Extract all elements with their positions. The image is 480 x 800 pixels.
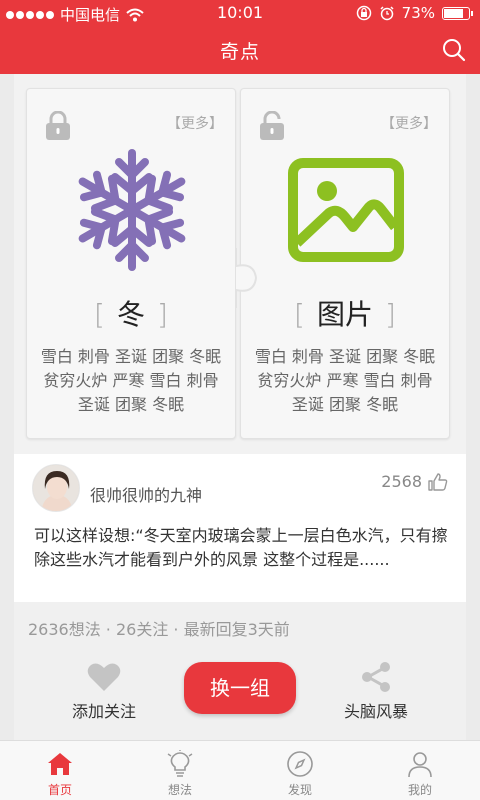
lock-open-icon — [260, 111, 284, 140]
puzzle-connector — [235, 248, 258, 308]
search-icon[interactable] — [442, 38, 466, 62]
page-title: 奇点 — [219, 41, 260, 63]
rotation-lock-icon — [356, 5, 371, 21]
snowflake-icon — [78, 149, 186, 271]
post-text: 可以这样设想:“冬天室内玻璃会蒙上一层白色水汽，只有擦除这些水汽才能看到户外的风… — [34, 526, 448, 569]
compass-icon — [287, 751, 313, 777]
status-bar: 中国电信 10:01 73% — [0, 0, 480, 26]
topic-card-winter[interactable]: 【更多】 [ 冬] 雪白 刺骨 圣诞 团聚 冬眠 贫穷火炉 严寒 雪白 刺骨 圣诞… — [26, 88, 236, 439]
tab-ideas[interactable]: 想法 — [120, 741, 240, 800]
battery-icon — [442, 6, 473, 20]
home-icon — [48, 753, 72, 775]
avatar[interactable] — [32, 464, 80, 512]
battery-percent: 73% — [401, 4, 435, 22]
topic-stats: 2636想法 · 26关注 · 最新回复3天前 添加关注 换一组 头脑风暴 — [14, 602, 466, 740]
follow-label: 添加关注 — [71, 702, 136, 721]
card-title: [ 图片] — [241, 293, 449, 333]
stats-line: 2636想法 · 26关注 · 最新回复3天前 — [28, 620, 290, 639]
tab-label: 首页 — [47, 783, 72, 797]
tab-home[interactable]: 首页 — [0, 741, 120, 800]
alarm-icon — [380, 6, 394, 21]
brainstorm-button[interactable]: 头脑风暴 — [316, 662, 436, 722]
brainstorm-label: 头脑风暴 — [343, 702, 408, 721]
more-link[interactable]: 【更多】 — [167, 113, 223, 133]
bracket-close: ] — [385, 298, 396, 331]
lock-closed-icon — [46, 111, 70, 140]
status-right: 73% — [356, 4, 473, 22]
topic-card-picture[interactable]: 【更多】 [ 图片] 雪白 刺骨 圣诞 团聚 冬眠 贫穷火炉 严寒 雪白 刺骨 圣… — [240, 88, 450, 439]
author-name[interactable]: 很帅很帅的九神 — [90, 482, 202, 506]
tab-bar: 首页 想法 发现 我的 — [0, 740, 480, 800]
card-title: [ 冬] — [27, 293, 235, 333]
bracket-open: [ — [294, 298, 305, 331]
bracket-close: ] — [157, 298, 168, 331]
thumbs-up-icon — [428, 472, 448, 491]
heart-icon — [87, 663, 121, 691]
like-count: 2568 — [381, 472, 422, 491]
tab-label: 想法 — [167, 783, 192, 797]
card-tags: 雪白 刺骨 圣诞 团聚 冬眠 贫穷火炉 严寒 雪白 刺骨 圣诞 团聚 冬眠 — [254, 347, 436, 414]
tab-discover[interactable]: 发现 — [240, 741, 360, 800]
swap-button[interactable]: 换一组 — [184, 662, 296, 714]
picture-icon — [288, 158, 404, 262]
share-icon — [362, 662, 390, 692]
topic-cards: 【更多】 [ 冬] 雪白 刺骨 圣诞 团聚 冬眠 贫穷火炉 严寒 雪白 刺骨 圣诞… — [14, 74, 466, 454]
card-tags: 雪白 刺骨 圣诞 团聚 冬眠 贫穷火炉 严寒 雪白 刺骨 圣诞 团聚 冬眠 — [40, 347, 222, 414]
card-title-text: 图片 — [316, 298, 373, 331]
tab-label: 我的 — [407, 783, 432, 797]
like-button[interactable]: 2568 — [381, 472, 448, 491]
person-icon — [408, 752, 432, 778]
tab-label: 发现 — [287, 783, 312, 797]
bracket-open: [ — [94, 298, 105, 331]
nav-bar: 奇点 — [0, 26, 480, 74]
lightbulb-icon — [167, 750, 193, 777]
more-link[interactable]: 【更多】 — [381, 113, 437, 133]
follow-button[interactable]: 添加关注 — [44, 662, 164, 722]
card-title-text: 冬 — [116, 298, 145, 331]
post-preview[interactable]: 很帅很帅的九神 2568 可以这样设想:“冬天室内玻璃会蒙上一层白色水汽，只有擦… — [14, 454, 466, 602]
tab-profile[interactable]: 我的 — [360, 741, 480, 800]
